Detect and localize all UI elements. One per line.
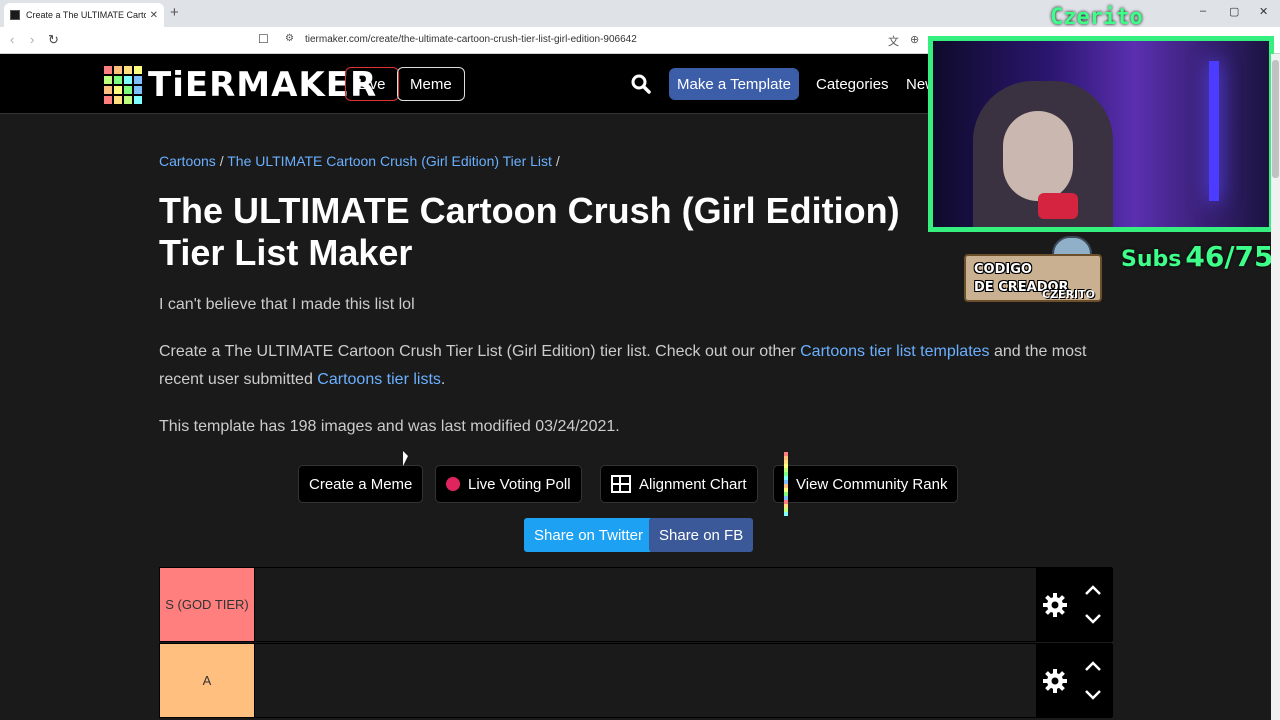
back-button[interactable]: ‹: [10, 32, 14, 47]
minimize-button[interactable]: –: [1200, 5, 1206, 17]
tiermaker-logo[interactable]: TiERMAKER: [104, 65, 377, 105]
page-title: The ULTIMATE Cartoon Crush (Girl Edition…: [159, 190, 900, 273]
chevron-up-icon[interactable]: [1084, 584, 1102, 596]
logo-grid-cell: [134, 96, 142, 104]
breadcrumb-separator: /: [555, 153, 560, 169]
mouse-cursor-icon: [403, 451, 408, 466]
tier-drop-zone[interactable]: [254, 644, 1036, 717]
subs-value: 46/75: [1185, 240, 1274, 273]
logo-grid-cell: [104, 66, 112, 74]
webcam-light: [1209, 61, 1219, 201]
address-bar[interactable]: tiermaker.com/create/the-ultimate-cartoo…: [305, 34, 637, 45]
forward-button[interactable]: ›: [30, 32, 34, 47]
template-description: I can't believe that I made this list lo…: [159, 296, 415, 313]
info-text: .: [440, 371, 446, 388]
chevron-down-icon[interactable]: [1084, 613, 1102, 625]
create-meme-label: Create a Meme: [309, 475, 413, 493]
webcam-feed: [928, 36, 1274, 232]
alignment-chart-label: Alignment Chart: [639, 475, 747, 493]
make-template-button[interactable]: Make a Template: [669, 68, 799, 100]
new-tab-button[interactable]: +: [170, 4, 179, 21]
subs-label: Subs: [1121, 247, 1182, 272]
logo-grid-cell: [114, 86, 122, 94]
alignment-chart-button[interactable]: Alignment Chart: [600, 465, 758, 503]
window-close-button[interactable]: ✕: [1259, 5, 1268, 18]
categories-link[interactable]: Categories: [816, 76, 889, 93]
tier-label[interactable]: A: [160, 644, 254, 717]
tier-label[interactable]: S (GOD TIER): [160, 568, 254, 641]
tiermaker-favicon-icon: [10, 10, 20, 20]
creator-code-line1: CODIGO: [974, 262, 1032, 277]
live-voting-button[interactable]: Live Voting Poll: [435, 465, 582, 503]
logo-grid-icon: [104, 66, 142, 104]
community-rank-label: View Community Rank: [796, 475, 948, 493]
tier-drop-zone[interactable]: [254, 568, 1036, 641]
tier-list-table: S (GOD TIER) A: [159, 567, 1113, 720]
meme-button[interactable]: Meme: [397, 67, 465, 101]
live-dot-icon: [446, 477, 460, 491]
chevron-down-icon[interactable]: [1084, 689, 1102, 701]
logo-grid-cell: [114, 66, 122, 74]
template-meta: This template has 198 images and was las…: [159, 418, 620, 435]
browser-tab[interactable]: Create a The ULTIMATE Cartoon ✕: [4, 3, 164, 27]
logo-grid-cell: [124, 76, 132, 84]
grid-icon: [611, 475, 631, 493]
category-tierlists-link[interactable]: Cartoons tier lists: [317, 371, 441, 388]
share-facebook-button[interactable]: Share on FB: [649, 518, 754, 552]
breadcrumb-category-link[interactable]: Cartoons: [159, 153, 216, 169]
subs-counter: Subs 46/75: [1121, 240, 1274, 273]
gear-icon[interactable]: [1042, 668, 1068, 694]
tier-row: A: [159, 643, 1113, 718]
logo-grid-cell: [114, 76, 122, 84]
tier-controls: [1036, 568, 1113, 641]
site-info-icon[interactable]: ⚙: [285, 33, 294, 44]
reload-button[interactable]: ↻: [48, 32, 59, 48]
community-rank-button[interactable]: View Community Rank: [773, 452, 959, 516]
breadcrumb: Cartoons / The ULTIMATE Cartoon Crush (G…: [159, 153, 560, 169]
creator-code-name: CZERITO: [1042, 288, 1095, 301]
logo-grid-cell: [124, 66, 132, 74]
logo-grid-cell: [104, 96, 112, 104]
share-twitter-button[interactable]: Share on Twitter: [524, 518, 653, 552]
translate-icon[interactable]: 文: [888, 33, 899, 49]
maximize-button[interactable]: ▢: [1229, 5, 1239, 18]
zoom-icon[interactable]: ⊕: [910, 33, 919, 46]
logo-grid-cell: [124, 96, 132, 104]
scrollbar-thumb[interactable]: [1272, 60, 1279, 178]
info-text: Create a The ULTIMATE Cartoon Crush Tier…: [159, 343, 801, 360]
category-templates-link[interactable]: Cartoons tier list templates: [800, 343, 989, 360]
chevron-up-icon[interactable]: [1084, 660, 1102, 672]
microphone: [1038, 193, 1078, 219]
logo-grid-cell: [114, 96, 122, 104]
breadcrumb-separator: /: [219, 153, 224, 169]
logo-grid-cell: [134, 76, 142, 84]
live-voting-label: Live Voting Poll: [468, 475, 571, 493]
create-meme-button[interactable]: Create a Meme: [298, 465, 424, 503]
webcam-face: [1003, 111, 1073, 201]
live-button[interactable]: Live: [345, 67, 399, 101]
rank-grid-icon: [784, 452, 788, 516]
logo-grid-cell: [104, 86, 112, 94]
logo-text: TiERMAKER: [148, 65, 378, 105]
logo-grid-cell: [134, 86, 142, 94]
tier-controls: [1036, 644, 1113, 717]
logo-grid-cell: [134, 66, 142, 74]
bookmark-icon[interactable]: ☐: [258, 32, 269, 46]
tab-close-icon[interactable]: ✕: [150, 10, 158, 21]
gear-icon[interactable]: [1042, 592, 1068, 618]
creator-code-box: CODIGO DE CREADOR CZERITO: [964, 254, 1102, 302]
logo-grid-cell: [124, 86, 132, 94]
rank-grid-cell: [784, 512, 788, 516]
streamer-name: Czerito: [1050, 5, 1143, 30]
breadcrumb-list-link[interactable]: The ULTIMATE Cartoon Crush (Girl Edition…: [227, 153, 552, 169]
creator-code-badge: CODIGO DE CREADOR CZERITO: [964, 236, 1102, 302]
tab-title: Create a The ULTIMATE Cartoon: [26, 10, 146, 20]
search-icon[interactable]: [631, 74, 651, 94]
tier-row: S (GOD TIER): [159, 567, 1113, 642]
template-info: Create a The ULTIMATE Cartoon Crush Tier…: [159, 338, 1099, 394]
logo-grid-cell: [104, 76, 112, 84]
